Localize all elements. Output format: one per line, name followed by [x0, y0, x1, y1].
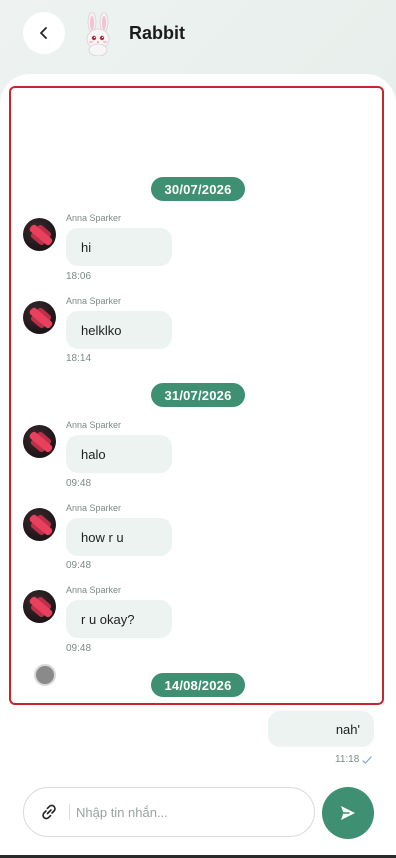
- message-time: 09:48: [66, 643, 92, 654]
- back-button[interactable]: [23, 12, 65, 54]
- rabbit-avatar-icon: [86, 12, 110, 56]
- message-bubble[interactable]: helklko: [66, 311, 172, 349]
- sender-name: Anna Sparker: [66, 213, 122, 223]
- typing-indicator: [34, 664, 56, 686]
- sender-name: Anna Sparker: [66, 503, 122, 513]
- message-time: 09:48: [66, 560, 92, 571]
- message-time: 18:14: [66, 353, 92, 364]
- date-separator: 31/07/2026: [151, 383, 245, 407]
- message-bubble[interactable]: r u okay?: [66, 600, 172, 638]
- sender-avatar[interactable]: [23, 218, 56, 251]
- sender-name: Anna Sparker: [66, 585, 122, 595]
- sender-avatar[interactable]: [23, 425, 56, 458]
- outgoing-message-bubble[interactable]: nah': [268, 711, 374, 747]
- sender-name: Anna Sparker: [66, 296, 122, 306]
- sender-name: Anna Sparker: [66, 420, 122, 430]
- chat-header: Rabbit: [0, 0, 396, 70]
- message-bubble[interactable]: hi: [66, 228, 172, 266]
- message-time: 09:48: [66, 478, 92, 489]
- composer-divider: [69, 804, 70, 820]
- message-bubble[interactable]: how r u: [66, 518, 172, 556]
- message-composer: [23, 787, 315, 837]
- message-input[interactable]: [76, 798, 301, 826]
- chat-title: Rabbit: [129, 23, 185, 43]
- send-button[interactable]: [322, 787, 374, 839]
- chevron-left-icon: [40, 27, 47, 39]
- send-icon: [341, 806, 355, 820]
- paperclip-icon[interactable]: [40, 803, 58, 821]
- outgoing-time-text: 11:18: [335, 754, 360, 765]
- message-time: 18:06: [66, 271, 92, 282]
- outgoing-message-time: 11:18: [335, 754, 372, 765]
- sender-avatar[interactable]: [23, 590, 56, 623]
- message-bubble[interactable]: halo: [66, 435, 172, 473]
- sender-avatar[interactable]: [23, 301, 56, 334]
- date-separator: 14/08/2026: [151, 673, 245, 697]
- sender-avatar[interactable]: [23, 508, 56, 541]
- date-separator: 30/07/2026: [151, 177, 245, 201]
- sent-check-icon: [362, 755, 372, 764]
